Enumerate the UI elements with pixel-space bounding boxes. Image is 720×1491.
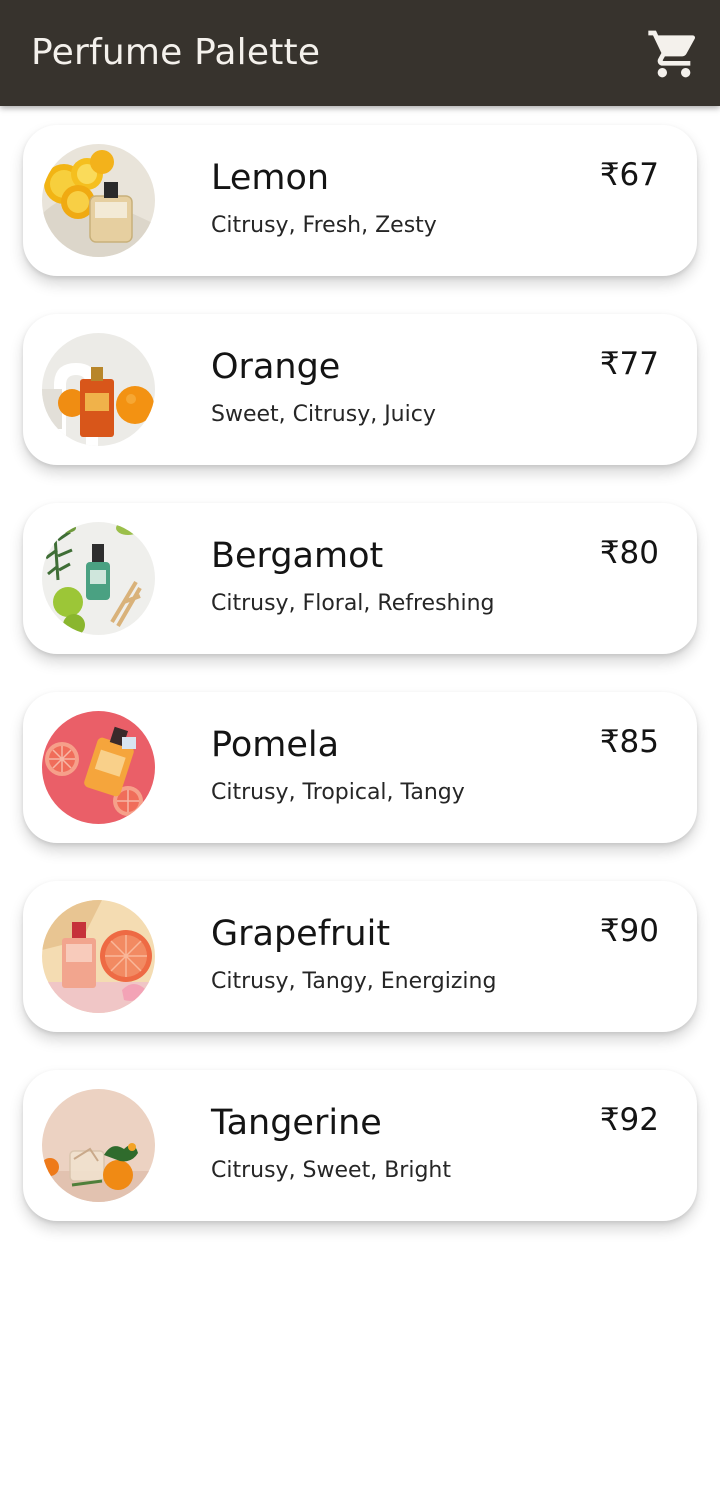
product-name: Bergamot bbox=[211, 536, 384, 576]
product-name: Pomela bbox=[211, 725, 340, 765]
product-notes: Citrusy, Tropical, Tangy bbox=[211, 780, 465, 805]
product-card-lemon[interactable]: Lemon Citrusy, Fresh, Zesty ₹67 bbox=[23, 125, 697, 276]
pomela-perfume-image bbox=[42, 711, 155, 824]
product-notes: Sweet, Citrusy, Juicy bbox=[211, 402, 436, 427]
product-notes: Citrusy, Fresh, Zesty bbox=[211, 213, 437, 238]
bergamot-perfume-image bbox=[42, 522, 155, 635]
product-price: ₹90 bbox=[599, 913, 659, 949]
product-price: ₹77 bbox=[599, 346, 659, 382]
product-name: Lemon bbox=[211, 158, 330, 198]
product-name: Grapefruit bbox=[211, 914, 391, 954]
product-card-bergamot[interactable]: Bergamot Citrusy, Floral, Refreshing ₹80 bbox=[23, 503, 697, 654]
product-price: ₹80 bbox=[599, 535, 659, 571]
grapefruit-perfume-image bbox=[42, 900, 155, 1013]
lemon-perfume-image bbox=[42, 144, 155, 257]
product-card-tangerine[interactable]: Tangerine Citrusy, Sweet, Bright ₹92 bbox=[23, 1070, 697, 1221]
product-card-pomela[interactable]: Pomela Citrusy, Tropical, Tangy ₹85 bbox=[23, 692, 697, 843]
cart-button[interactable] bbox=[646, 26, 702, 82]
tangerine-perfume-image bbox=[42, 1089, 155, 1202]
product-price: ₹67 bbox=[599, 157, 659, 193]
product-card-orange[interactable]: Orange Sweet, Citrusy, Juicy ₹77 bbox=[23, 314, 697, 465]
product-name: Tangerine bbox=[211, 1103, 382, 1143]
product-card-grapefruit[interactable]: Grapefruit Citrusy, Tangy, Energizing ₹9… bbox=[23, 881, 697, 1032]
app-bar: Perfume Palette bbox=[0, 0, 720, 106]
orange-perfume-image bbox=[42, 333, 155, 446]
product-price: ₹92 bbox=[599, 1102, 659, 1138]
product-notes: Citrusy, Sweet, Bright bbox=[211, 1158, 451, 1183]
product-name: Orange bbox=[211, 347, 341, 387]
product-price: ₹85 bbox=[599, 724, 659, 760]
product-notes: Citrusy, Tangy, Energizing bbox=[211, 969, 497, 994]
shopping-cart-icon bbox=[648, 30, 696, 78]
app-title: Perfume Palette bbox=[31, 32, 321, 73]
product-notes: Citrusy, Floral, Refreshing bbox=[211, 591, 495, 616]
